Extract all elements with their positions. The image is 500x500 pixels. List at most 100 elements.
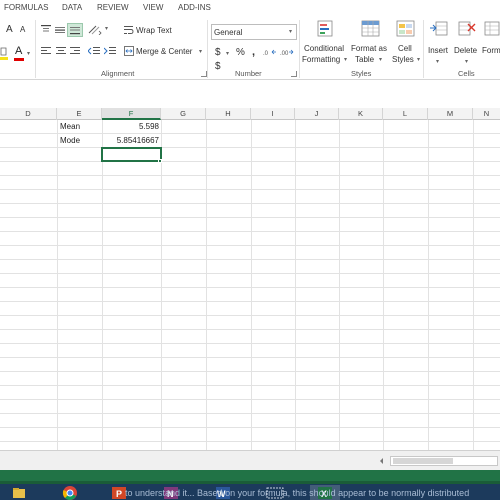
insert-cells-button[interactable]: Insert ▾ — [426, 18, 452, 68]
decrease-font-button[interactable]: A — [20, 25, 25, 34]
align-left-icon[interactable] — [41, 46, 51, 56]
worksheet-grid[interactable]: Mean 5.598 Mode 5.85416667 — [0, 120, 500, 450]
conditional-formatting-button[interactable]: Conditional Formatting ▾ — [302, 18, 348, 68]
font-color-dropdown-icon[interactable]: ▾ — [27, 50, 30, 57]
scroll-left-icon[interactable] — [378, 457, 386, 465]
gridline — [0, 301, 500, 302]
align-middle-icon[interactable] — [55, 25, 65, 35]
gridline — [0, 329, 500, 330]
cell-f-mean-value[interactable]: 5.598 — [102, 120, 159, 134]
active-cell-selection[interactable] — [101, 147, 162, 162]
cell-e-mean-label[interactable]: Mean — [60, 120, 80, 134]
column-header-f[interactable]: F — [102, 108, 161, 120]
chevron-down-icon: ▾ — [436, 59, 440, 65]
svg-text:P: P — [116, 489, 122, 499]
svg-text:.00: .00 — [280, 51, 289, 57]
tab-review[interactable]: REVIEW — [97, 3, 129, 12]
gridline — [0, 287, 500, 288]
increase-font-button[interactable]: A — [6, 24, 13, 35]
merge-center-icon[interactable] — [124, 46, 134, 56]
align-bottom-button[interactable] — [67, 23, 83, 37]
conditional-formatting-label-1: Conditional — [304, 44, 345, 53]
accounting-dropdown-icon[interactable]: ▾ — [226, 50, 229, 57]
number-format-value: General — [214, 28, 243, 37]
styles-group-label: Styles — [351, 69, 372, 78]
font-color-swatch — [14, 58, 24, 61]
orientation-dropdown-icon[interactable]: ▾ — [105, 25, 108, 32]
delete-label: Delete — [454, 46, 478, 55]
tab-view[interactable]: VIEW — [143, 3, 163, 12]
merge-center-button[interactable]: Merge & Center — [136, 47, 192, 56]
conditional-formatting-label-2: Formatting — [302, 55, 341, 64]
orientation-icon[interactable] — [88, 25, 102, 35]
column-header-k[interactable]: K — [339, 108, 383, 120]
chevron-down-icon: ▾ — [379, 57, 383, 63]
align-top-icon[interactable] — [41, 25, 51, 35]
gridline — [0, 371, 500, 372]
column-header-h[interactable]: H — [206, 108, 251, 120]
gridline — [295, 120, 296, 450]
column-header-j[interactable]: J — [295, 108, 339, 120]
column-header-n[interactable]: N — [473, 108, 500, 120]
gridline — [0, 245, 500, 246]
format-cells-button[interactable]: Format — [482, 18, 500, 68]
format-as-table-icon — [361, 20, 380, 37]
fill-handle[interactable] — [158, 159, 162, 163]
group-separator — [423, 20, 424, 78]
gridline — [0, 217, 500, 218]
increase-indent-icon[interactable] — [104, 46, 116, 56]
font-color-button[interactable]: A — [15, 45, 22, 57]
increase-decimal-icon[interactable]: .0 — [263, 47, 277, 57]
sheet-tab-bar — [0, 450, 500, 470]
gridline — [0, 441, 500, 442]
column-header-g[interactable]: G — [161, 108, 206, 120]
gridline — [0, 231, 500, 232]
gridline — [0, 161, 500, 162]
file-explorer-icon — [13, 488, 25, 498]
column-header-e[interactable]: E — [57, 108, 102, 120]
horizontal-scrollbar[interactable] — [390, 456, 498, 466]
taskbar-explorer[interactable] — [4, 485, 34, 500]
status-bar — [0, 470, 500, 484]
taskbar-chrome[interactable] — [55, 485, 85, 500]
format-cells-icon — [484, 21, 500, 36]
gridline — [0, 357, 500, 358]
gridline — [0, 343, 500, 344]
cell-e-mode-label[interactable]: Mode — [60, 134, 80, 148]
accounting-format-button[interactable]: $ — [215, 47, 221, 58]
delete-cells-button[interactable]: Delete ▾ — [453, 18, 481, 68]
gridline — [102, 120, 103, 450]
decrease-indent-icon[interactable] — [88, 46, 100, 56]
ribbon-tab-bar: FORMULAS DATA REVIEW VIEW ADD-INS — [0, 0, 500, 16]
align-right-icon[interactable] — [70, 46, 80, 56]
conditional-formatting-icon — [317, 20, 333, 37]
align-center-icon[interactable] — [56, 46, 66, 56]
tab-data[interactable]: DATA — [62, 3, 82, 12]
scrollbar-thumb[interactable] — [393, 458, 453, 464]
comma-format-button[interactable]: , — [252, 46, 255, 58]
decrease-decimal-icon[interactable]: .00 — [280, 47, 294, 57]
fill-color-icon[interactable] — [0, 46, 8, 60]
wrap-text-icon[interactable] — [124, 25, 134, 35]
cell-styles-icon — [396, 20, 415, 37]
format-as-table-button[interactable]: Format as Table ▾ — [350, 18, 390, 68]
percent-format-button[interactable]: % — [236, 47, 245, 58]
merge-dropdown-icon[interactable]: ▾ — [199, 48, 202, 55]
column-header-l[interactable]: L — [383, 108, 428, 120]
column-header-m[interactable]: M — [428, 108, 473, 120]
number-group-label: Number — [235, 69, 262, 78]
cell-f-mode-value[interactable]: 5.85416667 — [102, 134, 159, 148]
chevron-down-icon: ▾ — [465, 59, 469, 65]
tab-add-ins[interactable]: ADD-INS — [178, 3, 211, 12]
format-as-table-label-2: Table — [355, 55, 375, 64]
column-header-d[interactable]: D — [0, 108, 57, 120]
cell-styles-button[interactable]: Cell Styles ▾ — [390, 18, 422, 68]
currency-format-button[interactable]: $ — [215, 61, 221, 72]
number-format-dropdown[interactable]: General ▾ — [211, 24, 297, 40]
wrap-text-button[interactable]: Wrap Text — [136, 26, 172, 35]
chrome-icon — [62, 486, 77, 500]
number-launcher-icon[interactable] — [291, 71, 297, 77]
tab-formulas[interactable]: FORMULAS — [4, 3, 48, 12]
column-header-i[interactable]: I — [251, 108, 295, 120]
excel-window: FORMULAS DATA REVIEW VIEW ADD-INS A A A … — [0, 0, 500, 500]
